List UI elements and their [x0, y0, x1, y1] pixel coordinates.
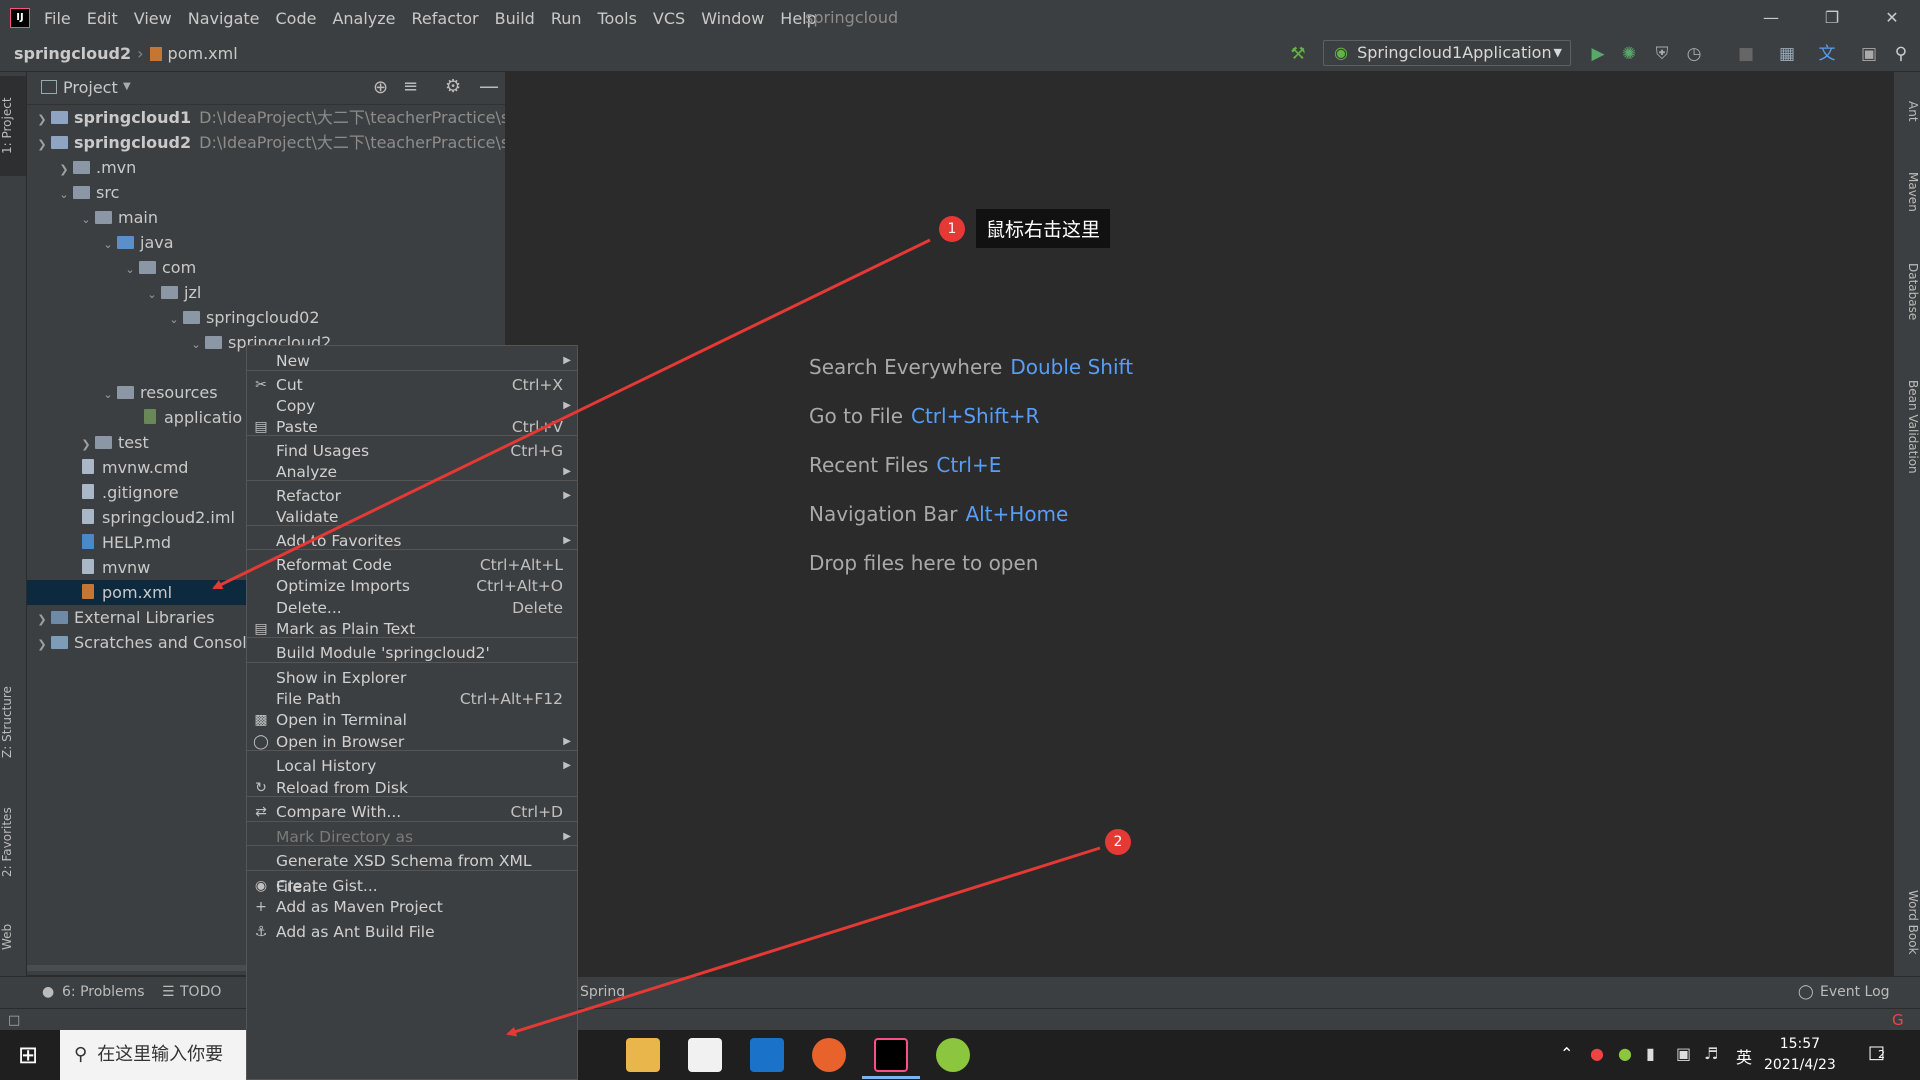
annotation-badge-2: 2	[1105, 829, 1131, 855]
annotation-arrow-2	[506, 846, 1101, 1037]
annotation-badge-1: 1	[939, 216, 965, 242]
annotation-arrow-1	[212, 238, 931, 590]
annotation-arrows	[212, 238, 1101, 1037]
annotation-callout-1: 鼠标右击这里	[976, 209, 1111, 248]
